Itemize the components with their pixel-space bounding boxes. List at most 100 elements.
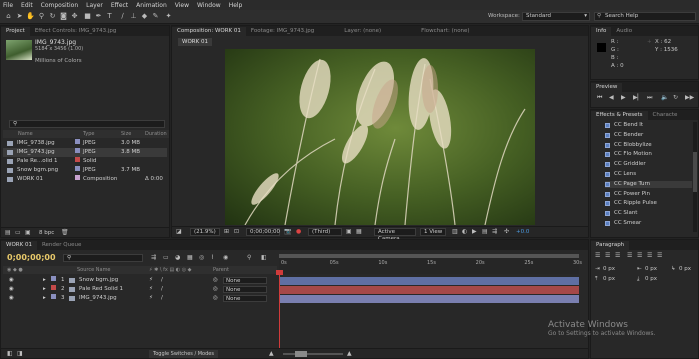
zoom-select[interactable]: (21.9%) (190, 228, 220, 236)
space-after-value[interactable]: 0 px (645, 276, 657, 282)
menu-layer[interactable]: Layer (86, 2, 103, 9)
justify-left-icon[interactable]: ☰ (627, 252, 632, 259)
tab-flowchart[interactable]: Flowchart: (none) (416, 27, 474, 36)
visibility-eye-icon[interactable]: ◉ (9, 276, 14, 285)
shy-icon[interactable]: ◕ (175, 254, 180, 261)
first-frame-icon[interactable]: ⏮ (597, 94, 602, 102)
effect-item[interactable]: CC Slant (605, 210, 692, 217)
tab-render-queue[interactable]: Render Queue (37, 241, 86, 250)
parent-pickwhip-icon[interactable]: ◎ (213, 276, 218, 285)
effect-item[interactable]: CC Smear (605, 220, 692, 227)
effect-item[interactable]: CC Ripple Pulse (605, 200, 692, 207)
safe-zones-icon[interactable]: ⊞ (224, 228, 229, 235)
grid-icon[interactable]: ⊡ (234, 228, 239, 235)
justify-all-icon[interactable]: ☰ (657, 252, 662, 259)
region-of-interest-icon[interactable]: ▣ (346, 228, 352, 235)
exposure-value[interactable]: +0.0 (516, 229, 529, 235)
rectangle-tool-icon[interactable]: ■ (83, 12, 92, 21)
fast-preview-icon[interactable]: ▶ (472, 228, 477, 235)
previous-frame-icon[interactable]: ◀ (609, 94, 614, 101)
label-color-swatch[interactable] (51, 285, 56, 290)
column-size[interactable]: Size (121, 131, 131, 137)
snapshot-icon[interactable]: 📷 (284, 228, 291, 235)
layer-name[interactable]: Pale Red Solid 1 (79, 285, 123, 294)
composition-viewer-image[interactable] (225, 49, 535, 225)
home-icon[interactable]: ⌂ (4, 12, 13, 21)
layer-row[interactable]: ◉ ▸ 2 Pale Red Solid 1 ⚡ ∕ ◎ None (3, 285, 277, 294)
current-time-field[interactable]: 0;00;00;00 (246, 228, 280, 236)
rotate-tool-icon[interactable]: ↻ (48, 12, 57, 21)
label-color-swatch[interactable] (51, 276, 56, 281)
brush-tool-icon[interactable]: ∕ (118, 12, 127, 21)
time-ruler[interactable]: 0s 05s 10s 15s 20s 25s 30s (279, 254, 582, 274)
align-left-icon[interactable]: ☰ (595, 252, 600, 259)
effect-item[interactable]: CC Power Pin (605, 191, 692, 198)
resolution-select[interactable]: (Third) (308, 228, 342, 236)
menu-composition[interactable]: Composition (41, 2, 78, 9)
expand-triangle-icon[interactable]: ▸ (43, 276, 46, 285)
comp-mini-flowchart-icon[interactable]: ⇶ (151, 254, 156, 261)
menu-help[interactable]: Help (229, 2, 243, 9)
bit-depth-label[interactable]: 8 bpc (39, 230, 54, 236)
pan-behind-icon[interactable]: ✥ (70, 12, 79, 21)
menu-effect[interactable]: Effect (111, 2, 128, 9)
quality-switch-icon[interactable]: ∕ (161, 294, 163, 303)
view-layout-select[interactable]: 1 View (420, 228, 446, 236)
new-folder-icon[interactable]: ▭ (15, 229, 21, 236)
parent-select[interactable]: None (223, 295, 267, 302)
show-channel-icon[interactable]: ● (296, 228, 301, 235)
search-help-input[interactable]: ⚲ Search Help (594, 12, 696, 21)
shy-switch-icon[interactable]: ⚡ (149, 276, 153, 285)
interpret-footage-icon[interactable]: ▤ (5, 229, 11, 236)
zoom-slider[interactable] (283, 351, 343, 357)
effects-scrollbar[interactable] (693, 122, 697, 232)
column-type[interactable]: Type (83, 131, 94, 137)
exposure-icon[interactable]: ✣ (504, 228, 509, 235)
effect-item[interactable]: CC Lens (605, 171, 692, 178)
first-line-indent-value[interactable]: 0 px (679, 266, 691, 272)
label-color-swatch[interactable] (75, 166, 80, 171)
tab-preview[interactable]: Preview (591, 83, 623, 92)
tab-effects-presets[interactable]: Effects & Presets (591, 111, 648, 120)
trash-icon[interactable]: 🗑 (61, 229, 69, 236)
time-ruler-icon[interactable]: ⚲ (247, 254, 251, 261)
playhead-line[interactable] (279, 274, 280, 354)
brainstorm-icon[interactable]: ◉ (223, 254, 228, 261)
toggle-switches-modes[interactable]: Toggle Switches / Modes (149, 350, 218, 358)
reset-exposure-icon[interactable]: ◐ (462, 228, 467, 235)
project-item[interactable]: Snow bgm.png JPEG 3.7 MB (3, 166, 167, 175)
layer-row[interactable]: ◉ ▸ 3 IMG_9743.jpg ⚡ ∕ ◎ None (3, 294, 277, 303)
layer-row[interactable]: ◉ ▸ 1 Snow bgm.jpg ⚡ ∕ ◎ None (3, 276, 277, 285)
menu-view[interactable]: View (175, 2, 189, 9)
camera-select[interactable]: Active Camera (374, 228, 416, 242)
tab-composition[interactable]: Composition: WORK 01 (172, 27, 246, 36)
expand-collapse-icon[interactable]: ◧ (7, 350, 13, 357)
indent-right-value[interactable]: 0 px (645, 266, 657, 272)
effect-item[interactable]: CC Griddler (605, 161, 692, 168)
pen-tool-icon[interactable]: ✒ (94, 12, 103, 21)
parent-pickwhip-icon[interactable]: ◎ (213, 294, 218, 303)
label-color-swatch[interactable] (75, 148, 80, 153)
label-color-swatch[interactable] (75, 175, 80, 180)
project-item[interactable]: IMG_9743.jpg JPEG 3.8 MB (3, 148, 167, 157)
quality-switch-icon[interactable]: ∕ (161, 285, 163, 294)
tab-audio[interactable]: Audio (611, 27, 637, 36)
comp-breadcrumb[interactable]: WORK 01 (178, 38, 212, 46)
hand-tool-icon[interactable]: ✋ (26, 12, 35, 21)
flowchart-icon[interactable]: ⇶ (492, 228, 497, 235)
tab-work-01[interactable]: WORK 01 (1, 241, 37, 250)
motion-blur-icon[interactable]: ◎ (199, 254, 204, 261)
toggle-pixel-icon[interactable]: ▥ (452, 228, 458, 235)
work-area-bar[interactable] (279, 254, 579, 258)
expand-triangle-icon[interactable]: ▸ (43, 294, 46, 303)
graph-editor-icon[interactable]: ⌇ (211, 254, 214, 261)
transfer-controls-icon[interactable]: ◨ (17, 350, 23, 357)
effect-item[interactable]: CC Flo Motion (605, 151, 692, 158)
tab-character[interactable]: Characte (648, 111, 683, 120)
shy-switch-icon[interactable]: ⚡ (149, 285, 153, 294)
timeline-icon[interactable]: ▤ (482, 228, 488, 235)
align-center-icon[interactable]: ☰ (605, 252, 610, 259)
ram-preview-icon[interactable]: ▶▶ (685, 94, 694, 101)
menu-window[interactable]: Window (197, 2, 221, 9)
tab-footage[interactable]: Footage: IMG_9743.jpg (246, 27, 319, 36)
